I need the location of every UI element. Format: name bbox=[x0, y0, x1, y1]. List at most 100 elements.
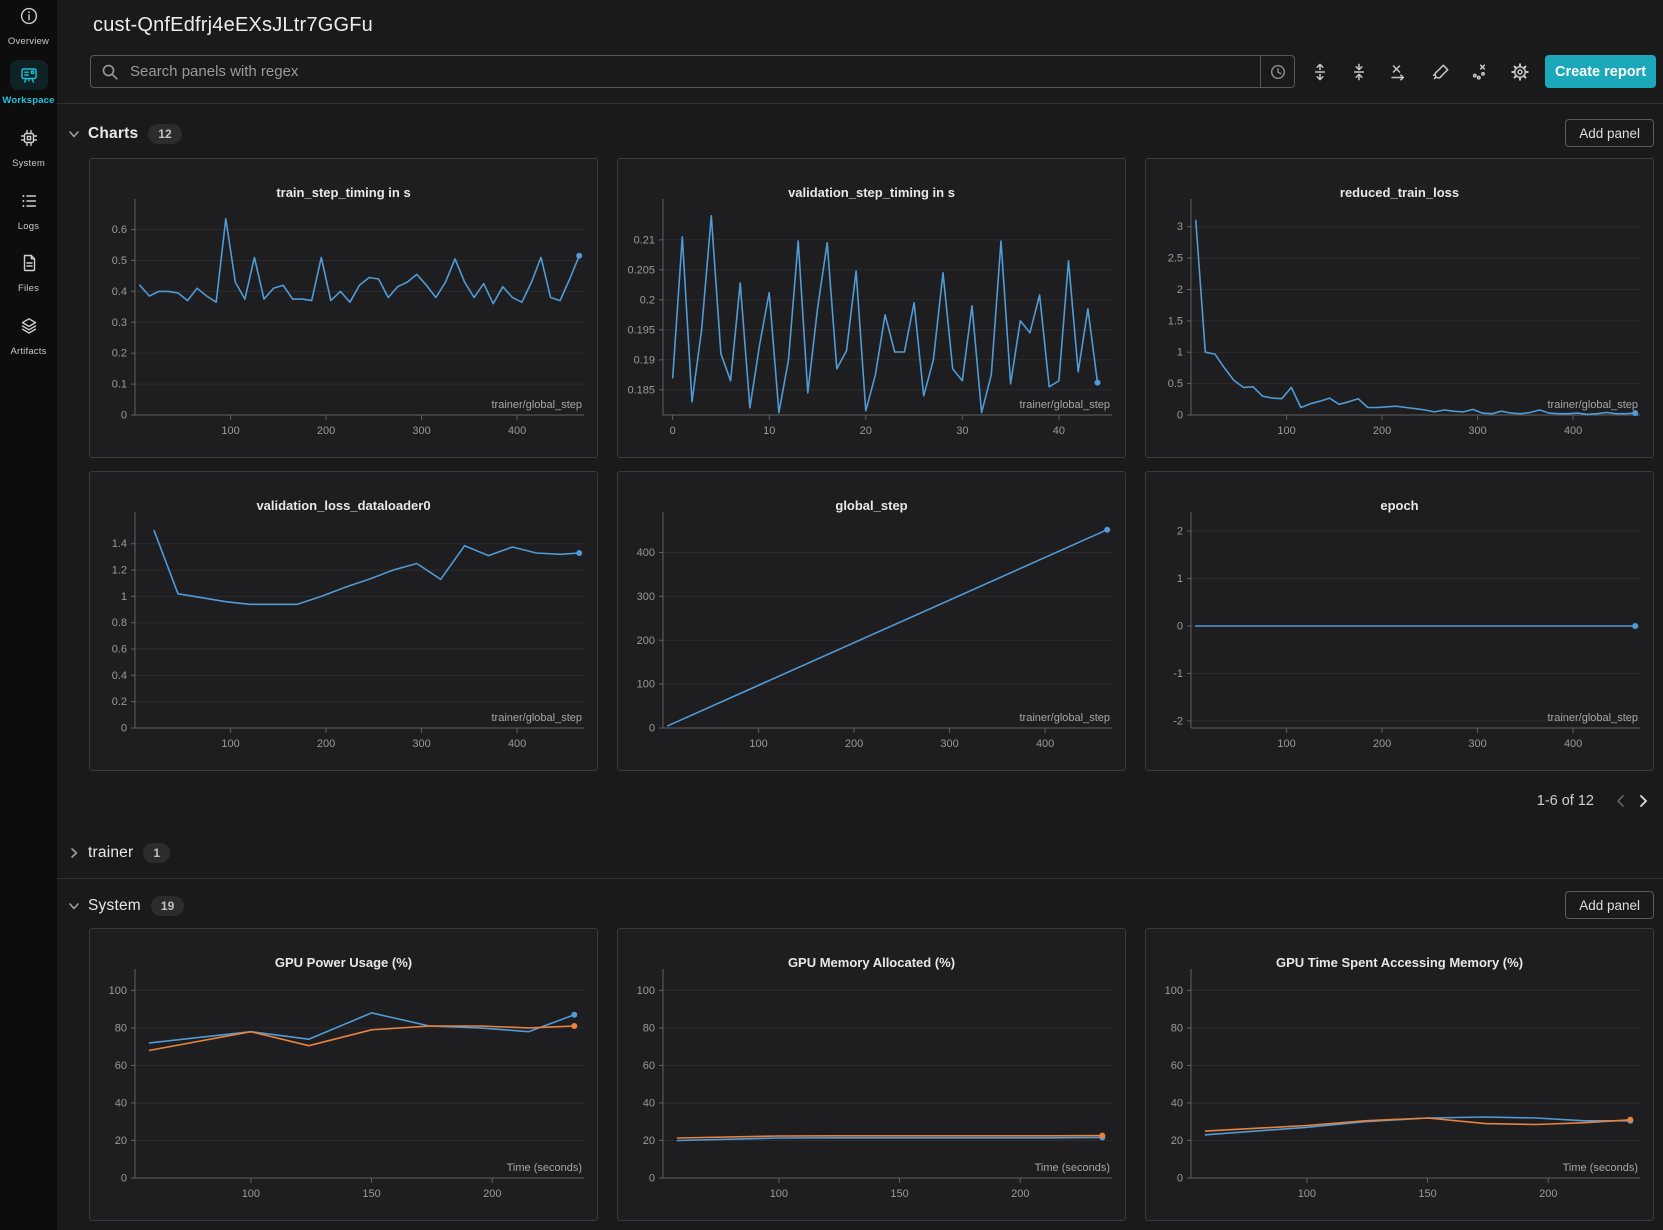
svg-text:200: 200 bbox=[637, 635, 655, 647]
section-header-trainer[interactable]: trainer 1 bbox=[67, 837, 1663, 869]
svg-text:400: 400 bbox=[637, 547, 655, 559]
section-header-system[interactable]: System 19 bbox=[67, 890, 184, 922]
svg-text:20: 20 bbox=[115, 1135, 127, 1147]
section-count-badge: 12 bbox=[148, 124, 181, 144]
svg-text:0.195: 0.195 bbox=[627, 324, 655, 336]
svg-text:400: 400 bbox=[508, 425, 526, 437]
settings-gear-icon[interactable] bbox=[1509, 61, 1531, 83]
broom-icon[interactable] bbox=[1430, 61, 1452, 83]
svg-text:0.2: 0.2 bbox=[112, 696, 127, 708]
main-content: cust-QnfEdfrj4eEXsJLtr7GGFu bbox=[57, 0, 1663, 1230]
section-header-charts[interactable]: Charts 12 bbox=[67, 118, 182, 150]
svg-text:200: 200 bbox=[1011, 1188, 1029, 1200]
search-input[interactable] bbox=[128, 62, 1260, 81]
chart-panel[interactable]: global_step0100200300400100200300400trai… bbox=[617, 471, 1126, 771]
sidebar-item-workspace[interactable]: Workspace bbox=[0, 60, 57, 106]
svg-text:40: 40 bbox=[115, 1097, 127, 1109]
svg-text:2.5: 2.5 bbox=[1168, 253, 1183, 265]
svg-text:300: 300 bbox=[1468, 738, 1486, 750]
search-icon bbox=[100, 62, 120, 82]
section-label: trainer bbox=[88, 844, 133, 862]
line-chart: -2-1012100200300400trainer/global_step bbox=[1146, 472, 1653, 770]
info-icon bbox=[19, 6, 39, 31]
section-count-badge: 19 bbox=[151, 896, 184, 916]
chart-panel[interactable]: validation_loss_dataloader000.20.40.60.8… bbox=[89, 471, 598, 771]
svg-text:150: 150 bbox=[362, 1188, 380, 1200]
svg-text:100: 100 bbox=[1277, 738, 1295, 750]
svg-text:60: 60 bbox=[115, 1060, 127, 1072]
outlier-removal-icon[interactable] bbox=[1469, 61, 1491, 83]
sidebar-item-artifacts[interactable]: Artifacts bbox=[0, 316, 57, 357]
chart-panel[interactable]: GPU Time Spent Accessing Memory (%)02040… bbox=[1145, 928, 1654, 1221]
workspace-icon bbox=[10, 60, 48, 90]
svg-text:0.3: 0.3 bbox=[112, 317, 127, 329]
svg-text:200: 200 bbox=[317, 738, 335, 750]
page-range-label: 1-6 of 12 bbox=[1537, 793, 1594, 809]
svg-text:0: 0 bbox=[121, 410, 127, 422]
chart-panel[interactable]: validation_step_timing in s0.1850.190.19… bbox=[617, 158, 1126, 458]
svg-text:400: 400 bbox=[1564, 738, 1582, 750]
pagination: 1-6 of 12 bbox=[1537, 790, 1654, 812]
svg-text:0.6: 0.6 bbox=[112, 644, 127, 656]
chart-panel[interactable]: GPU Power Usage (%)020406080100100150200… bbox=[89, 928, 598, 1221]
svg-text:0.4: 0.4 bbox=[112, 286, 127, 298]
section-row-trainer: trainer 1 bbox=[57, 827, 1663, 879]
chart-panel[interactable]: reduced_train_loss00.511.522.53100200300… bbox=[1145, 158, 1654, 458]
svg-text:100: 100 bbox=[637, 985, 655, 997]
add-panel-button[interactable]: Add panel bbox=[1565, 891, 1654, 919]
line-chart: 020406080100100150200Time (seconds) bbox=[618, 929, 1125, 1220]
svg-text:0.19: 0.19 bbox=[634, 354, 655, 366]
section-label: Charts bbox=[88, 125, 138, 143]
panel-search bbox=[90, 55, 1295, 88]
history-icon[interactable] bbox=[1260, 56, 1294, 87]
svg-text:-2: -2 bbox=[1173, 715, 1183, 727]
svg-text:60: 60 bbox=[643, 1060, 655, 1072]
svg-text:0: 0 bbox=[649, 723, 655, 735]
prev-page-icon[interactable] bbox=[1610, 790, 1632, 812]
svg-text:100: 100 bbox=[770, 1188, 788, 1200]
svg-text:100: 100 bbox=[109, 985, 127, 997]
sidebar: Overview Workspace System bbox=[0, 0, 57, 1230]
svg-text:trainer/global_step: trainer/global_step bbox=[491, 712, 582, 724]
sidebar-item-label: Files bbox=[18, 283, 39, 294]
sidebar-item-logs[interactable]: Logs bbox=[0, 191, 57, 232]
sidebar-item-label: System bbox=[12, 158, 45, 169]
svg-text:0.4: 0.4 bbox=[112, 670, 127, 682]
collapse-panels-icon[interactable] bbox=[1348, 61, 1370, 83]
sidebar-item-label: Logs bbox=[18, 221, 39, 232]
svg-text:100: 100 bbox=[221, 425, 239, 437]
svg-text:0: 0 bbox=[121, 723, 127, 735]
svg-text:0: 0 bbox=[121, 1173, 127, 1185]
chart-panel[interactable]: train_step_timing in s00.10.20.30.40.50.… bbox=[89, 158, 598, 458]
line-chart: 00.10.20.30.40.50.6100200300400trainer/g… bbox=[90, 159, 597, 457]
sidebar-item-overview[interactable]: Overview bbox=[0, 6, 57, 47]
chart-panel[interactable]: epoch-2-1012100200300400trainer/global_s… bbox=[1145, 471, 1654, 771]
svg-text:0.5: 0.5 bbox=[1168, 378, 1183, 390]
svg-text:400: 400 bbox=[1036, 738, 1054, 750]
svg-text:20: 20 bbox=[643, 1135, 655, 1147]
svg-text:20: 20 bbox=[1171, 1135, 1183, 1147]
x-axis-icon[interactable] bbox=[1387, 61, 1409, 83]
chart-panel[interactable]: GPU Memory Allocated (%)0204060801001001… bbox=[617, 928, 1126, 1221]
create-report-button[interactable]: Create report bbox=[1545, 55, 1656, 88]
expand-panels-icon[interactable] bbox=[1309, 61, 1331, 83]
chevron-down-icon bbox=[67, 127, 81, 141]
svg-text:0: 0 bbox=[670, 425, 676, 437]
svg-text:100: 100 bbox=[749, 738, 767, 750]
svg-text:trainer/global_step: trainer/global_step bbox=[491, 399, 582, 411]
artifacts-icon bbox=[19, 316, 39, 341]
svg-text:0.5: 0.5 bbox=[112, 255, 127, 267]
sidebar-item-files[interactable]: Files bbox=[0, 253, 57, 294]
run-title: cust-QnfEdfrj4eEXsJLtr7GGFu bbox=[93, 14, 373, 37]
svg-text:trainer/global_step: trainer/global_step bbox=[1019, 399, 1110, 411]
divider bbox=[57, 103, 1663, 104]
svg-text:1: 1 bbox=[1177, 347, 1183, 359]
line-chart: 0.1850.190.1950.20.2050.21010203040train… bbox=[618, 159, 1125, 457]
next-page-icon[interactable] bbox=[1632, 790, 1654, 812]
svg-text:300: 300 bbox=[412, 425, 430, 437]
chevron-right-icon bbox=[67, 846, 81, 860]
sidebar-item-system[interactable]: System bbox=[0, 128, 57, 169]
add-panel-button[interactable]: Add panel bbox=[1565, 119, 1654, 147]
svg-text:0.205: 0.205 bbox=[627, 264, 655, 276]
svg-text:2: 2 bbox=[1177, 284, 1183, 296]
